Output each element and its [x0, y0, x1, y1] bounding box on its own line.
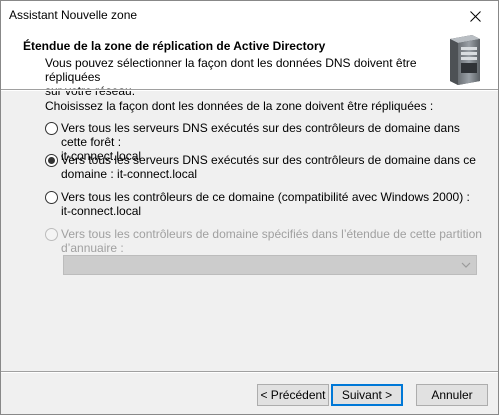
radio-directory-partition	[45, 228, 58, 241]
cancel-button[interactable]: Annuler	[416, 384, 488, 406]
wizard-header: Étendue de la zone de réplication de Act…	[1, 31, 498, 98]
next-button[interactable]: Suivant >	[331, 384, 403, 406]
server-icon	[450, 35, 480, 85]
option-domain-dns[interactable]: Vers tous les serveurs DNS exécutés sur …	[45, 153, 485, 181]
description-line-1: Vous pouvez sélectionner la façon dont l…	[45, 56, 417, 84]
option-directory-partition-label: Vers tous les contrôleurs de domaine spé…	[61, 227, 482, 255]
option-domain-controllers[interactable]: Vers tous les contrôleurs de ce domaine …	[45, 190, 485, 218]
window-title: Assistant Nouvelle zone	[9, 8, 138, 22]
page-description: Vous pouvez sélectionner la façon dont l…	[45, 56, 445, 98]
footer-divider	[1, 371, 498, 373]
option-directory-partition: Vers tous les contrôleurs de domaine spé…	[45, 227, 485, 255]
option-domain-dns-label: Vers tous les serveurs DNS exécutés sur …	[61, 153, 476, 181]
partition-select	[63, 255, 477, 275]
close-icon	[469, 10, 481, 22]
replication-prompt: Choisissez la façon dont les données de …	[45, 99, 434, 113]
title-bar: Assistant Nouvelle zone	[1, 1, 498, 31]
option-domain-controllers-label: Vers tous les contrôleurs de ce domaine …	[61, 190, 470, 218]
description-line-2: sur votre réseau.	[45, 84, 136, 98]
wizard-window: Assistant Nouvelle zone Étendue de la zo…	[0, 0, 499, 415]
close-button[interactable]	[452, 1, 498, 31]
radio-forest-dns[interactable]	[45, 122, 58, 135]
back-button[interactable]: < Précédent	[257, 384, 329, 406]
page-title: Étendue de la zone de réplication de Act…	[23, 39, 326, 53]
chevron-down-icon	[461, 262, 471, 268]
radio-domain-controllers[interactable]	[45, 191, 58, 204]
header-divider	[1, 89, 498, 91]
radio-domain-dns[interactable]	[45, 154, 58, 167]
